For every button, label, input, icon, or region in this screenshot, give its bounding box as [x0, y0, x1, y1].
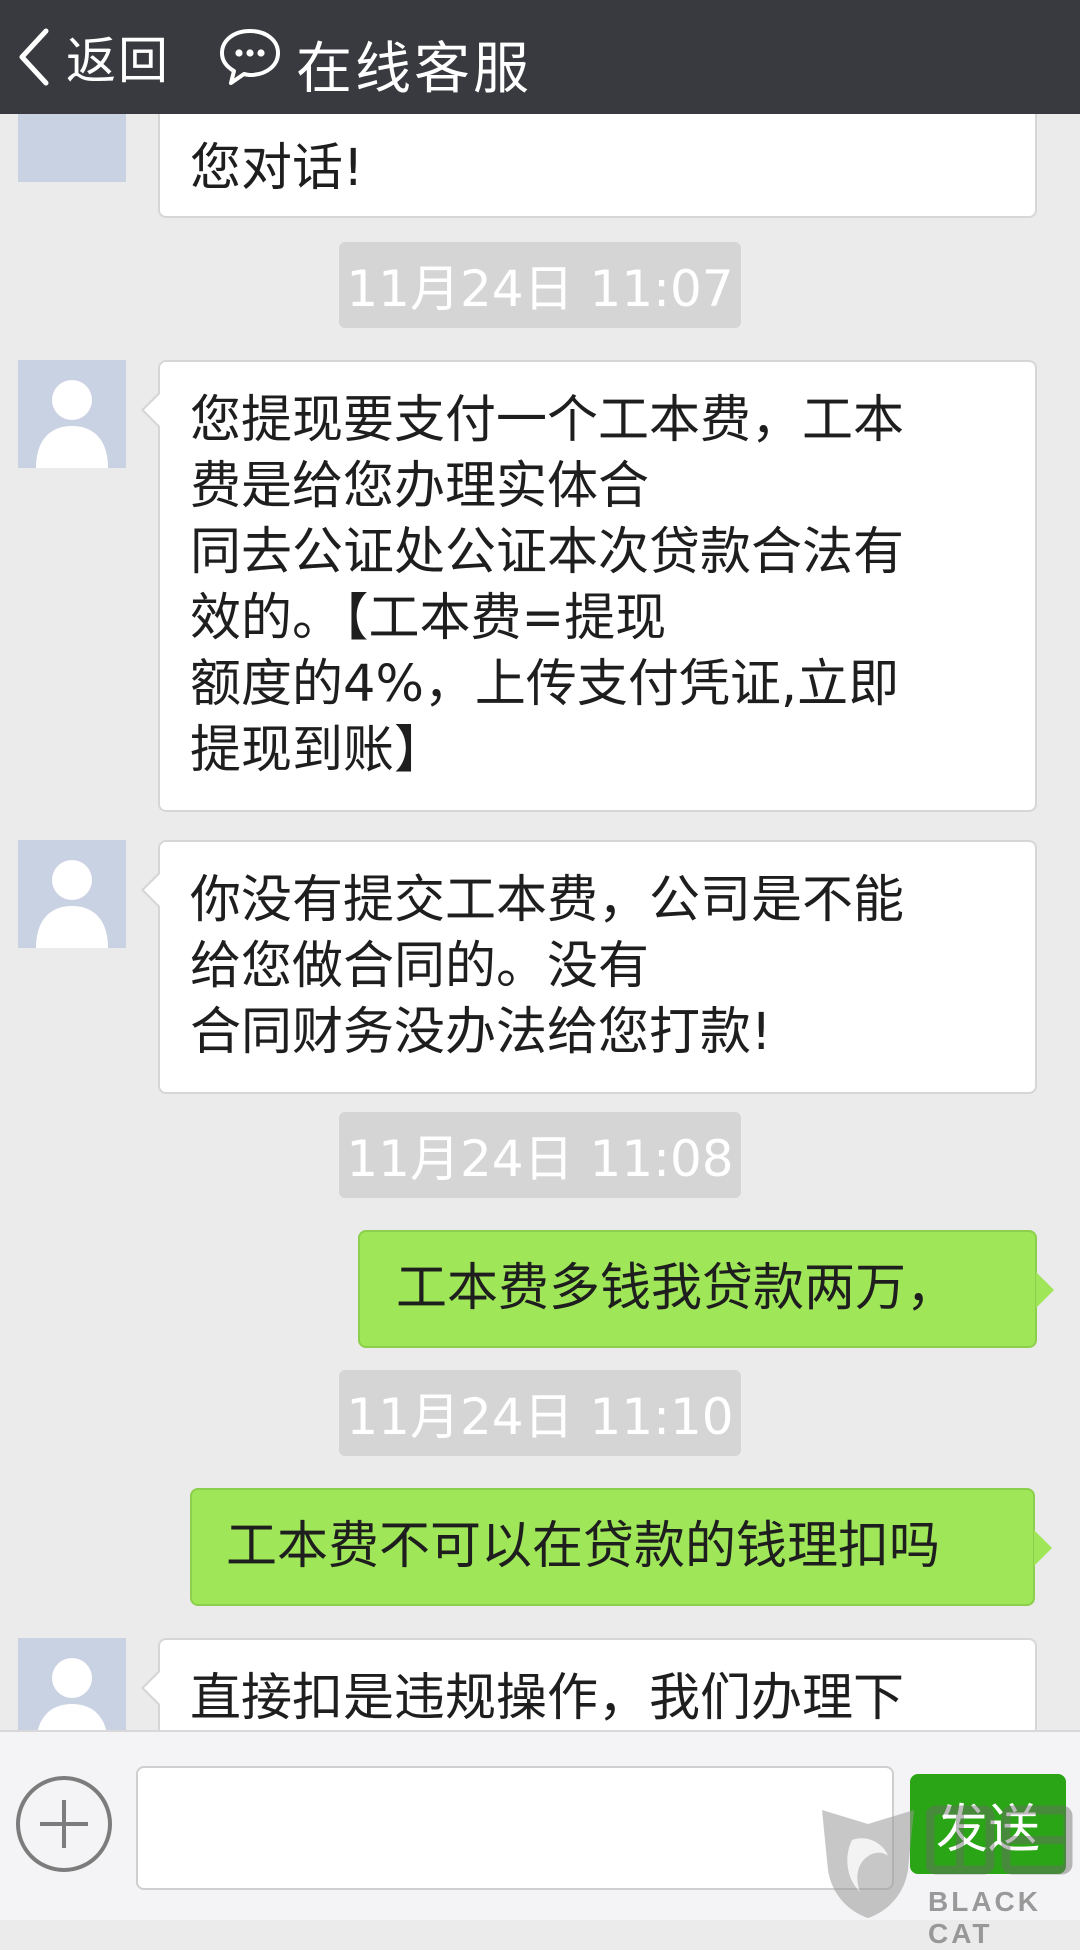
- agent-avatar[interactable]: [18, 1638, 126, 1730]
- message-input[interactable]: [136, 1766, 894, 1890]
- plus-icon[interactable]: [16, 1776, 112, 1872]
- agent-avatar[interactable]: [18, 114, 126, 182]
- message-text: 工本费不可以在贷款的钱理扣吗: [226, 1517, 941, 1576]
- message-text: 工本费多钱我贷款两万，: [396, 1259, 958, 1318]
- agent-avatar[interactable]: [18, 360, 126, 468]
- page-title: 在线客服: [296, 36, 532, 102]
- default-user-icon: [37, 1658, 107, 1730]
- message-text-line: 同去公证处公证本次贷款合法有: [190, 523, 905, 582]
- message-bubble-outgoing[interactable]: 工本费不可以在贷款的钱理扣吗: [190, 1488, 1052, 1606]
- timestamp-badge: 11月24日 11:07: [339, 242, 741, 328]
- message-text-line: 您对话!: [190, 139, 364, 198]
- message-text-line: 额度的4%，上传支付凭证,立即: [190, 655, 900, 714]
- message-text-line: 效的。【工本费=提现: [190, 589, 667, 648]
- default-user-icon: [36, 380, 108, 468]
- chat-bubble-icon: [218, 25, 282, 89]
- message-text-line: 你没有提交工本费，公司是不能: [190, 871, 905, 930]
- message-bubble-incoming[interactable]: 直接扣是违规操作，我们办理下: [141, 1638, 1037, 1730]
- back-label: 返回: [66, 32, 170, 90]
- message-text-line: 直接扣是违规操作，我们办理下: [190, 1669, 905, 1728]
- message-text-line: 您提现要支付一个工本费，工本: [190, 391, 905, 450]
- back-button[interactable]: 返回: [14, 0, 170, 114]
- message-text-line: 给您做合同的。没有: [190, 937, 650, 996]
- top-bar: 返回 在线客服: [0, 0, 1080, 114]
- send-button[interactable]: 发送: [910, 1774, 1066, 1874]
- chat-area[interactable]: 您对话! 11月24日 11:07 您提现要支付一个工本费，工本 费是给您办理实…: [0, 114, 1080, 1730]
- message-bubble-outgoing[interactable]: 工本费多钱我贷款两万，: [358, 1230, 1054, 1348]
- message-text-line: 费是给您办理实体合: [190, 457, 650, 516]
- agent-avatar[interactable]: [18, 840, 126, 948]
- message-bubble-incoming[interactable]: 你没有提交工本费，公司是不能 给您做合同的。没有 合同财务没办法给您打款!: [141, 840, 1037, 1094]
- message-bubble-incoming[interactable]: 您对话!: [158, 114, 1037, 218]
- message-text-line: 提现到账】: [190, 721, 446, 780]
- chevron-left-icon: [19, 28, 49, 86]
- default-user-icon: [36, 860, 108, 948]
- input-bar: 发送: [0, 1730, 1080, 1920]
- timestamp-badge: 11月24日 11:10: [339, 1370, 741, 1456]
- timestamp-badge: 11月24日 11:08: [339, 1112, 741, 1198]
- message-text-line: 合同财务没办法给您打款!: [190, 1003, 772, 1062]
- message-bubble-incoming[interactable]: 您提现要支付一个工本费，工本 费是给您办理实体合 同去公证处公证本次贷款合法有 …: [141, 360, 1037, 812]
